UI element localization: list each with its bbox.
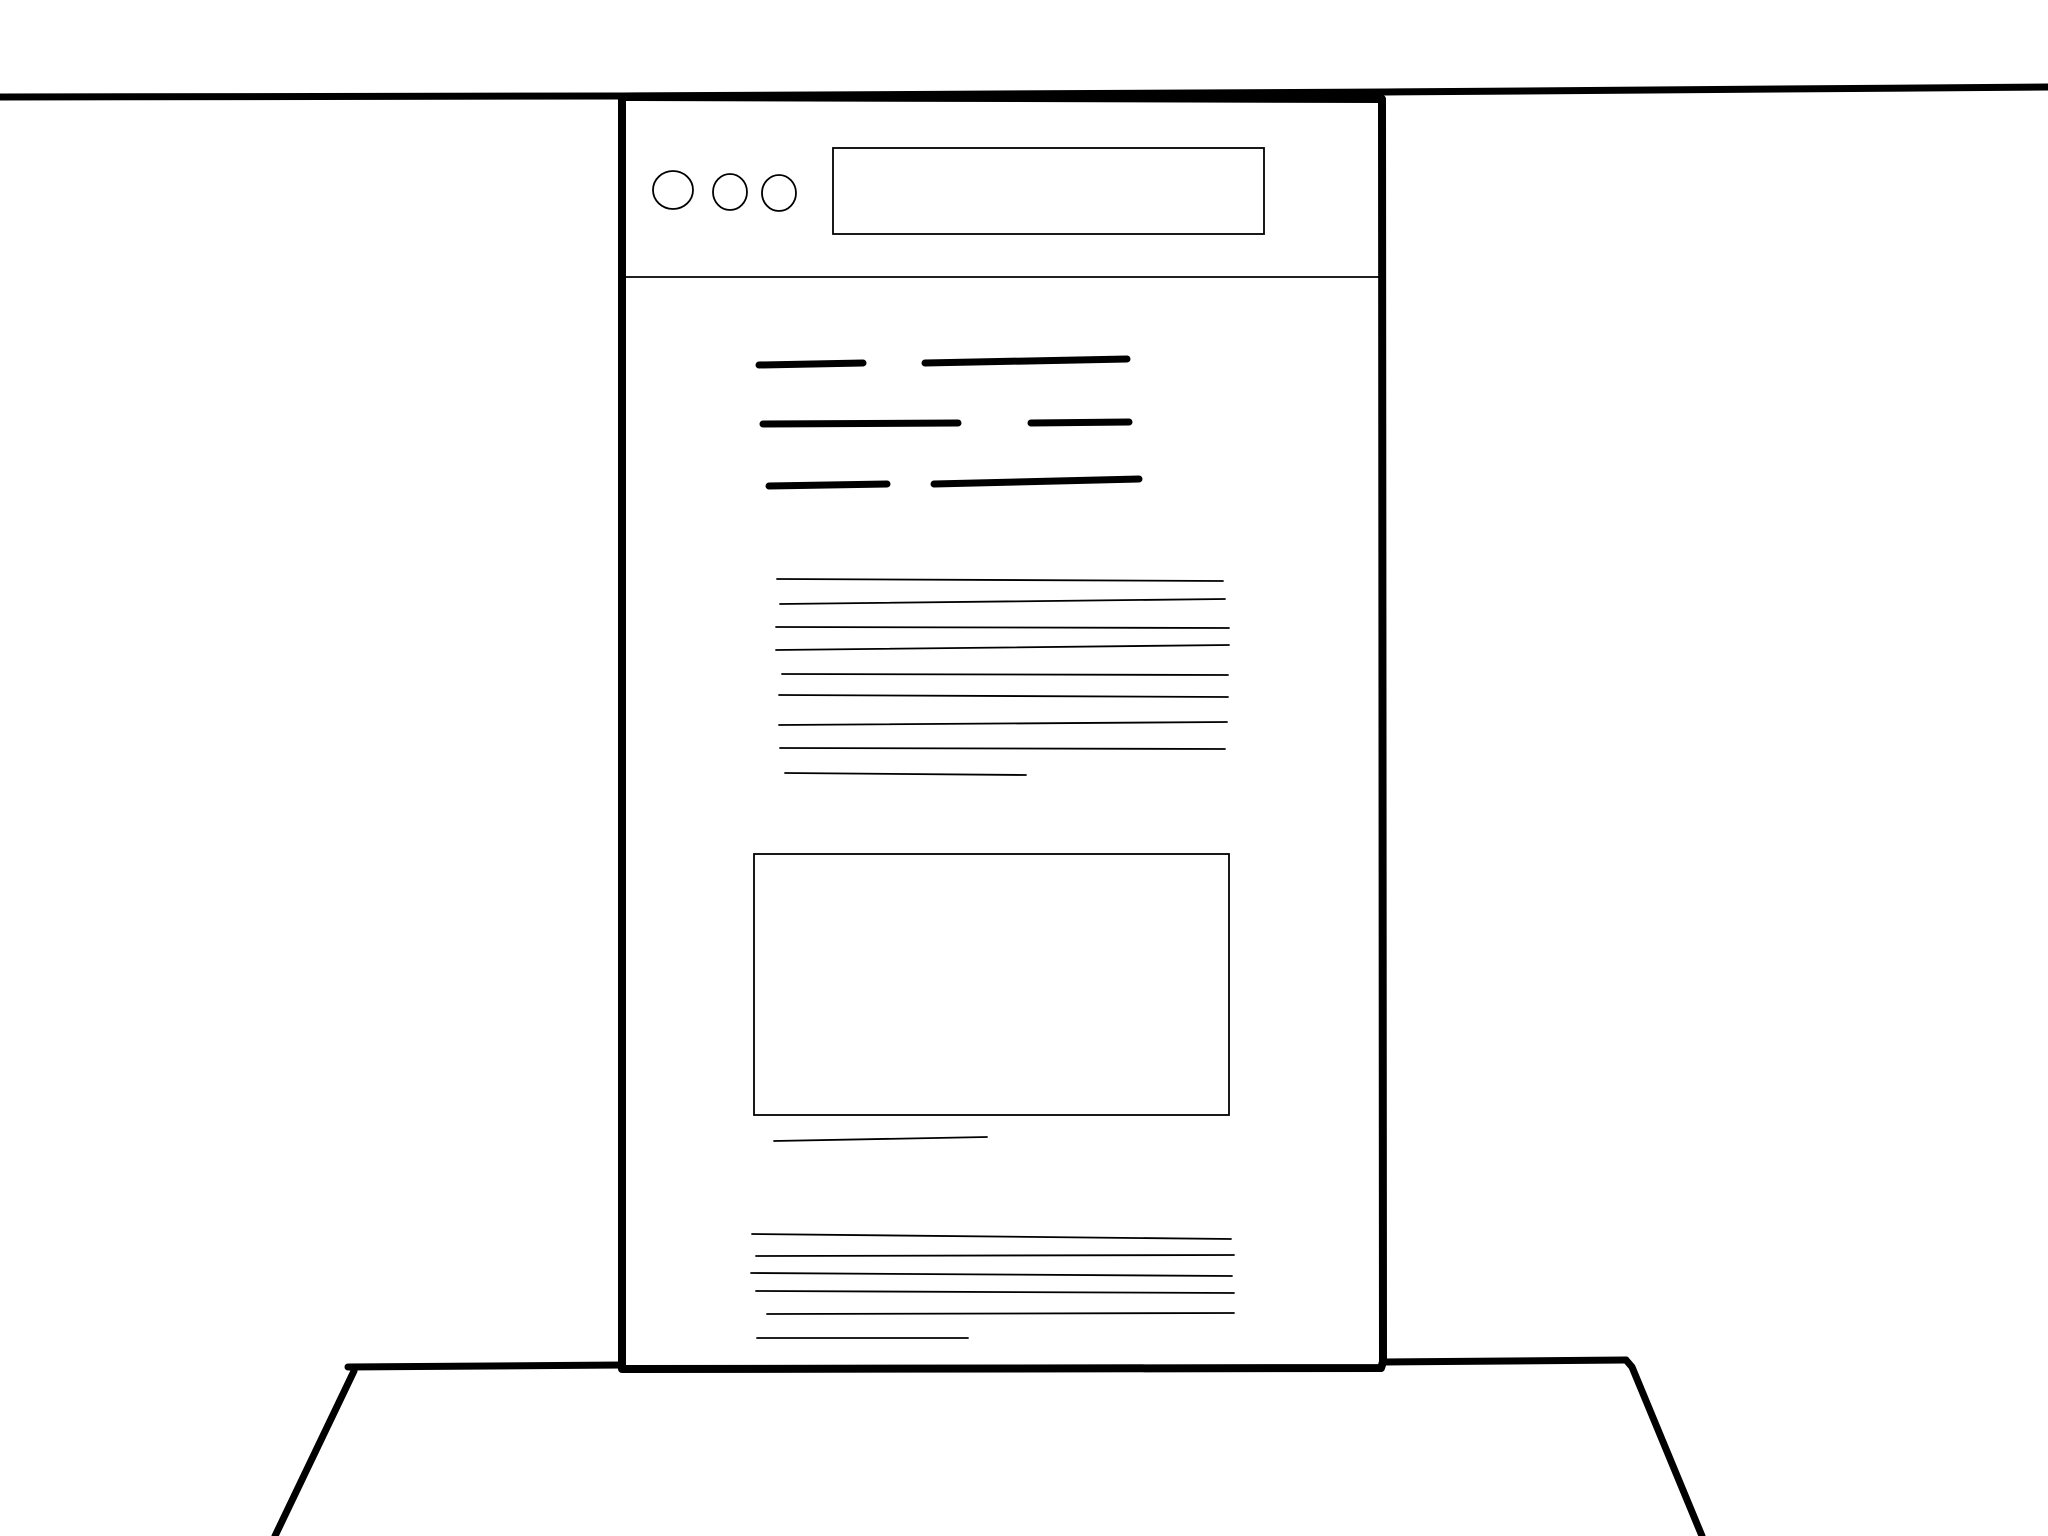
floor-right-line: [1381, 1356, 1630, 1366]
heading-line: [1027, 418, 1133, 427]
text-line: [766, 1312, 1235, 1315]
heading-line: [765, 480, 891, 490]
text-line: [755, 1254, 1235, 1257]
heading-line: [755, 359, 867, 369]
browser-window: [618, 93, 1387, 1373]
table-right-leg: [1622, 1356, 1706, 1536]
heading-line: [921, 355, 1131, 367]
heading-line: [759, 419, 962, 428]
wireframe-sketch: [0, 83, 2048, 1536]
text-line: [781, 673, 1229, 676]
window-frame: [618, 93, 1387, 1373]
text-line: [779, 747, 1226, 750]
table-left-leg: [271, 1367, 358, 1536]
floor-left-line: [344, 1361, 626, 1371]
heading-line: [930, 475, 1143, 488]
text-line: [775, 626, 1230, 629]
